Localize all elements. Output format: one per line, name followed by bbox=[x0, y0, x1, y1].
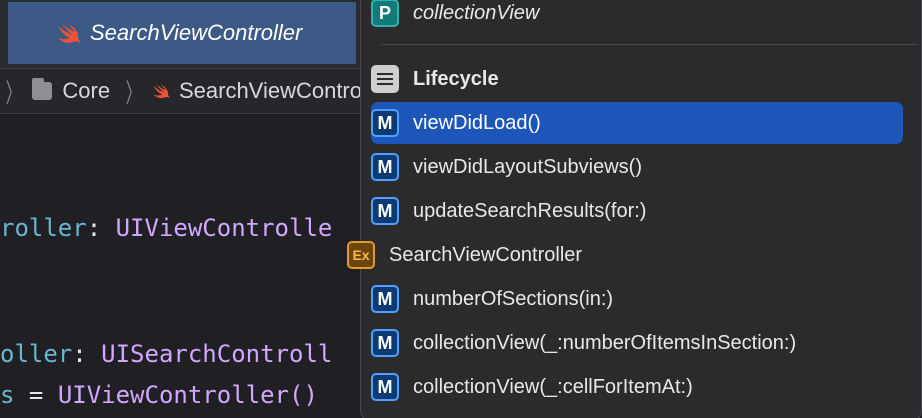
extension-icon: Ex bbox=[347, 241, 375, 269]
tab-title: SearchViewController bbox=[90, 20, 303, 45]
code-identifier: s bbox=[0, 381, 15, 409]
code-punct: : bbox=[86, 214, 116, 242]
chevron-right-icon: 〉 bbox=[5, 77, 21, 108]
menu-item-label: viewDidLoad() bbox=[413, 111, 541, 134]
property-icon: P bbox=[371, 0, 399, 27]
menu-item-numberofsections[interactable]: M numberOfSections(in:) bbox=[371, 278, 903, 320]
method-icon: M bbox=[371, 153, 399, 181]
code-type: UIViewController() bbox=[57, 381, 318, 409]
mark-list-icon bbox=[371, 65, 399, 93]
method-icon: M bbox=[371, 285, 399, 313]
menu-item-lifecycle-mark[interactable]: Lifecycle bbox=[371, 58, 903, 100]
menu-item-label: updateSearchResults(for:) bbox=[413, 199, 647, 222]
code-line: s = UIViewController() bbox=[0, 380, 318, 410]
chevron-right-icon: 〉 bbox=[125, 77, 141, 108]
menu-item-viewdidload[interactable]: M viewDidLoad() bbox=[371, 102, 903, 144]
menu-item-numberofitemsinsection[interactable]: M collectionView(_:numberOfItemsInSectio… bbox=[371, 322, 903, 364]
menu-item-extension[interactable]: Ex SearchViewController bbox=[347, 234, 879, 276]
jump-bar: 〉 Core 〉 SearchViewContro bbox=[0, 68, 362, 114]
tab-bar: SearchViewController bbox=[0, 0, 362, 68]
menu-divider bbox=[381, 44, 917, 45]
swift-icon bbox=[153, 84, 170, 99]
menu-item-collectionview-property[interactable]: P collectionView bbox=[371, 0, 903, 34]
menu-item-updatesearchresults[interactable]: M updateSearchResults(for:) bbox=[371, 190, 903, 232]
code-editor[interactable]: roller: UIViewControlle oller: UISearchC… bbox=[0, 115, 362, 418]
swift-icon bbox=[58, 24, 80, 43]
tab-search-view-controller[interactable]: SearchViewController bbox=[8, 2, 356, 64]
code-type: UIViewControlle bbox=[115, 214, 333, 242]
method-icon: M bbox=[371, 329, 399, 357]
code-identifier: oller bbox=[0, 340, 73, 368]
jumpbar-folder[interactable]: Core bbox=[62, 78, 110, 104]
method-icon: M bbox=[371, 109, 399, 137]
menu-item-label: collectionView(_:numberOfItemsInSection:… bbox=[413, 331, 797, 354]
jumpbar-file[interactable]: SearchViewContro bbox=[179, 78, 362, 104]
menu-item-label: Lifecycle bbox=[413, 67, 499, 90]
method-icon: M bbox=[371, 373, 399, 401]
code-line: oller: UISearchControll bbox=[0, 339, 332, 369]
menu-item-label: collectionView bbox=[413, 1, 540, 24]
menu-item-label: viewDidLayoutSubviews() bbox=[413, 155, 642, 178]
code-line: roller: UIViewControlle bbox=[0, 213, 332, 243]
menu-item-viewdidlayoutsubviews[interactable]: M viewDidLayoutSubviews() bbox=[371, 146, 903, 188]
menu-item-label: collectionView(_:cellForItemAt:) bbox=[413, 375, 693, 398]
code-identifier: roller bbox=[0, 214, 87, 242]
editor-area: SearchViewController 〉 Core 〉 SearchView… bbox=[0, 0, 362, 418]
menu-item-cellforitemat[interactable]: M collectionView(_:cellForItemAt:) bbox=[371, 366, 903, 408]
menu-item-label: SearchViewController bbox=[389, 243, 583, 266]
method-icon: M bbox=[371, 197, 399, 225]
code-type: UISearchControll bbox=[101, 340, 333, 368]
code-punct: : bbox=[72, 340, 102, 368]
menu-item-label: numberOfSections(in:) bbox=[413, 287, 614, 310]
folder-icon bbox=[32, 78, 53, 100]
code-punct: = bbox=[14, 381, 58, 409]
document-items-menu: P collectionView Lifecycle M viewDidLoad… bbox=[347, 0, 922, 418]
